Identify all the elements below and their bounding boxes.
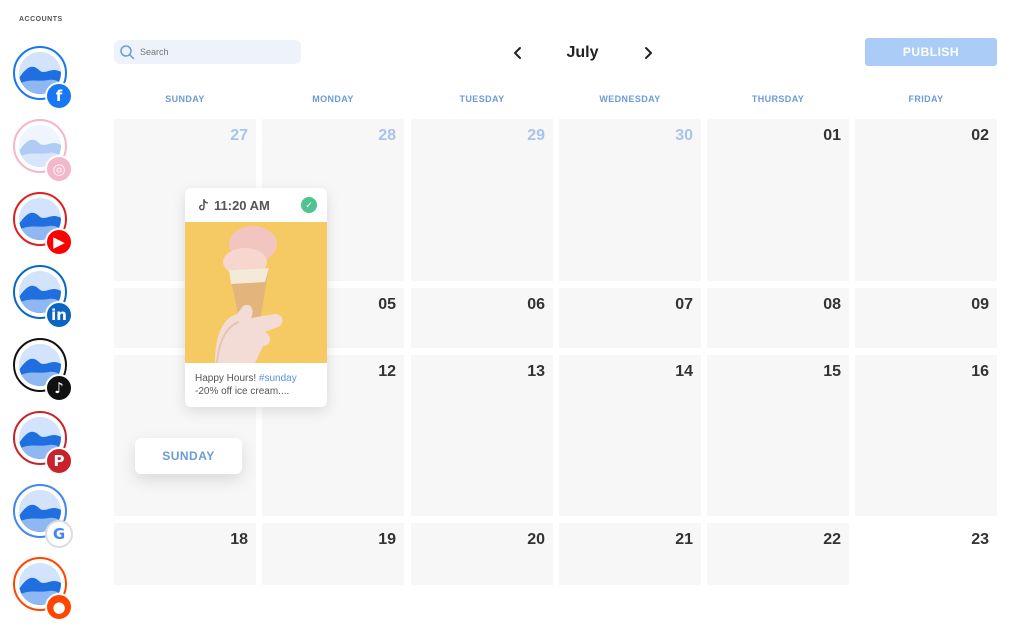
day-number: 20 [527, 531, 545, 548]
tiktok-icon [198, 198, 209, 210]
calendar-day-cell[interactable]: 09 [855, 288, 997, 348]
reddit-icon: ● [45, 593, 73, 621]
day-number: 02 [971, 127, 989, 144]
calendar-day-cell[interactable]: 08 [707, 288, 849, 348]
calendar-day-cell[interactable]: 22 [707, 523, 849, 585]
day-number: 12 [378, 363, 396, 380]
facebook-icon: f [45, 82, 73, 110]
instagram-icon: ◎ [45, 155, 73, 183]
google-icon: G [45, 520, 73, 548]
day-number: 18 [230, 531, 248, 548]
calendar-day-cell[interactable]: 29 [411, 119, 553, 281]
calendar-day-cell[interactable]: 16 [855, 355, 997, 516]
calendar-day-cell[interactable]: 15 [707, 355, 849, 516]
day-number: 16 [971, 363, 989, 380]
day-header-wednesday: WEDNESDAY [599, 94, 661, 104]
calendar-day-cell[interactable]: 30 [559, 119, 701, 281]
account-tiktok[interactable]: ♪ [13, 338, 73, 402]
linkedin-icon: in [45, 301, 73, 329]
search-bar[interactable] [114, 40, 301, 64]
day-number: 15 [823, 363, 841, 380]
calendar-day-cell[interactable]: 13 [411, 355, 553, 516]
calendar-day-cell[interactable]: 07 [559, 288, 701, 348]
day-number: 13 [527, 363, 545, 380]
account-facebook[interactable]: f [13, 46, 73, 110]
day-number: 08 [823, 296, 841, 313]
day-header-monday: MONDAY [312, 94, 354, 104]
post-time: 11:20 AM [214, 197, 270, 213]
day-number: 30 [675, 127, 693, 144]
drag-day-chip[interactable]: SUNDAY [135, 438, 242, 474]
calendar-day-cell[interactable]: 23 [855, 523, 997, 585]
calendar-day-cell[interactable]: 02 [855, 119, 997, 281]
day-number: 27 [230, 127, 248, 144]
search-input[interactable] [140, 47, 290, 57]
month-navigation: July [505, 38, 660, 68]
check-icon: ✓ [301, 197, 317, 213]
calendar-day-cell[interactable]: 19 [262, 523, 404, 585]
day-number: 09 [971, 296, 989, 313]
account-youtube[interactable]: ▶ [13, 192, 73, 256]
post-caption-line2: -20% off ice cream.... [195, 386, 290, 397]
post-card[interactable]: 11:20 AM ✓ Happy Hours! #sunday -20% off… [185, 188, 327, 407]
day-header-thursday: THURSDAY [751, 94, 805, 104]
calendar-day-cell[interactable]: 01 [707, 119, 849, 281]
calendar-day-cell[interactable]: 21 [559, 523, 701, 585]
day-number: 07 [675, 296, 693, 313]
account-instagram[interactable]: ◎ [13, 119, 73, 183]
account-linkedin[interactable]: in [13, 265, 73, 329]
day-header-sunday: SUNDAY [165, 94, 205, 104]
day-header-friday: FRIDAY [908, 94, 944, 104]
search-icon [120, 45, 135, 60]
accounts-title: ACCOUNTS [19, 16, 63, 23]
calendar-day-cell[interactable]: 20 [411, 523, 553, 585]
ice-cream-photo [185, 222, 327, 363]
day-number: 01 [823, 127, 841, 144]
day-number: 14 [675, 363, 693, 380]
day-number: 19 [378, 531, 396, 548]
day-number: 23 [971, 531, 989, 548]
post-header: 11:20 AM ✓ [185, 188, 327, 222]
day-number: 28 [378, 127, 396, 144]
youtube-icon: ▶ [45, 228, 73, 256]
account-pinterest[interactable]: P [13, 411, 73, 475]
day-number: 06 [527, 296, 545, 313]
day-number: 05 [378, 296, 396, 313]
account-google[interactable]: G [13, 484, 73, 548]
month-title: July [566, 44, 599, 61]
post-hashtag[interactable]: #sunday [259, 373, 297, 384]
account-reddit[interactable]: ● [13, 557, 73, 621]
day-number: 29 [527, 127, 545, 144]
pinterest-icon: P [45, 447, 73, 475]
post-caption: Happy Hours! #sunday -20% off ice cream.… [195, 372, 320, 398]
calendar-day-cell[interactable]: 18 [114, 523, 256, 585]
post-image [185, 222, 327, 363]
chevron-left-icon [514, 47, 521, 59]
previous-month-button[interactable] [507, 42, 529, 64]
day-number: 21 [675, 531, 693, 548]
publish-button[interactable]: PUBLISH [865, 38, 997, 66]
calendar-day-cell[interactable]: 14 [559, 355, 701, 516]
day-number: 22 [823, 531, 841, 548]
next-month-button[interactable] [637, 42, 659, 64]
day-header-tuesday: TUESDAY [459, 94, 505, 104]
tiktok-icon: ♪ [45, 374, 73, 402]
calendar-day-cell[interactable]: 06 [411, 288, 553, 348]
post-caption-text: Happy Hours! [195, 373, 259, 384]
chevron-right-icon [645, 47, 652, 59]
